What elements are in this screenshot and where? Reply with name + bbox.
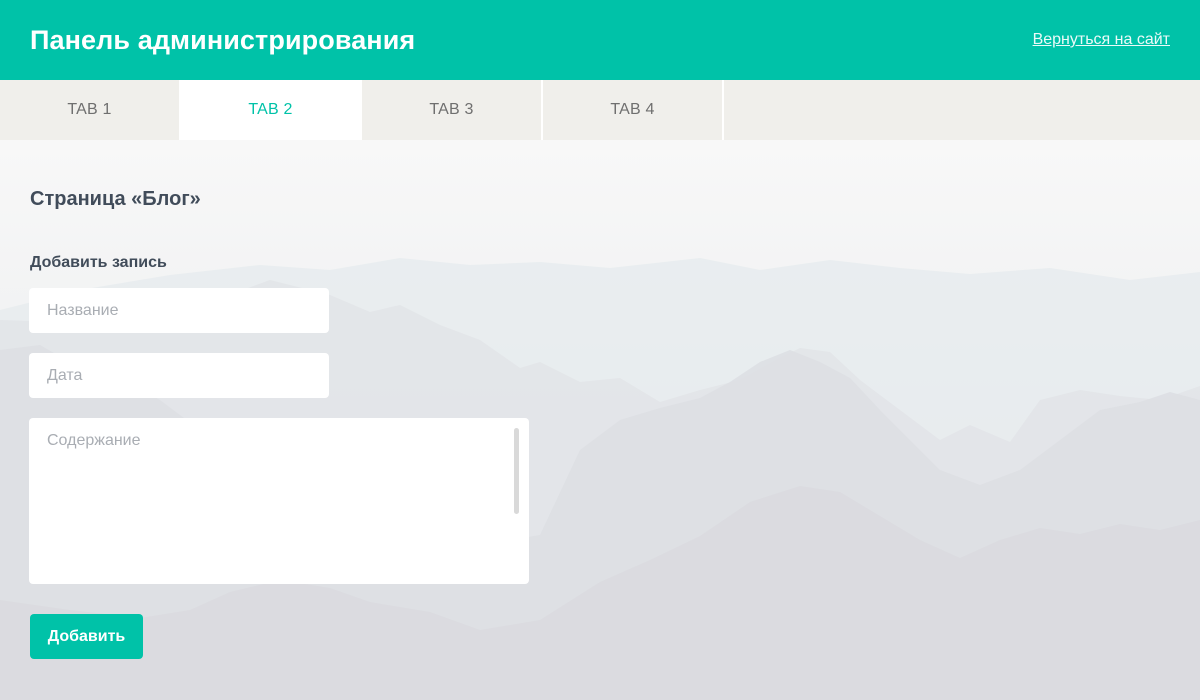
content-field: [29, 418, 529, 584]
title-input[interactable]: [29, 288, 329, 333]
page-title: Страница «Блог»: [30, 188, 201, 210]
admin-header: Панель администрирования Вернуться на са…: [0, 0, 1200, 80]
add-entry-heading: Добавить запись: [30, 254, 167, 271]
textarea-scrollbar[interactable]: [514, 428, 519, 514]
admin-panel-title: Панель администрирования: [30, 24, 416, 55]
content-textarea[interactable]: [29, 418, 529, 584]
tab-bar: TAB 1 TAB 2 TAB 3 TAB 4: [0, 80, 1200, 140]
main-content: Страница «Блог» Добавить запись Добавить: [0, 140, 1200, 700]
tab-4[interactable]: TAB 4: [543, 80, 724, 140]
tab-2[interactable]: TAB 2: [181, 80, 362, 140]
back-to-site-link[interactable]: Вернуться на сайт: [1033, 31, 1170, 49]
tab-3[interactable]: TAB 3: [362, 80, 543, 140]
tab-1[interactable]: TAB 1: [0, 80, 181, 140]
add-entry-button[interactable]: Добавить: [30, 614, 143, 659]
date-input[interactable]: [29, 353, 329, 398]
